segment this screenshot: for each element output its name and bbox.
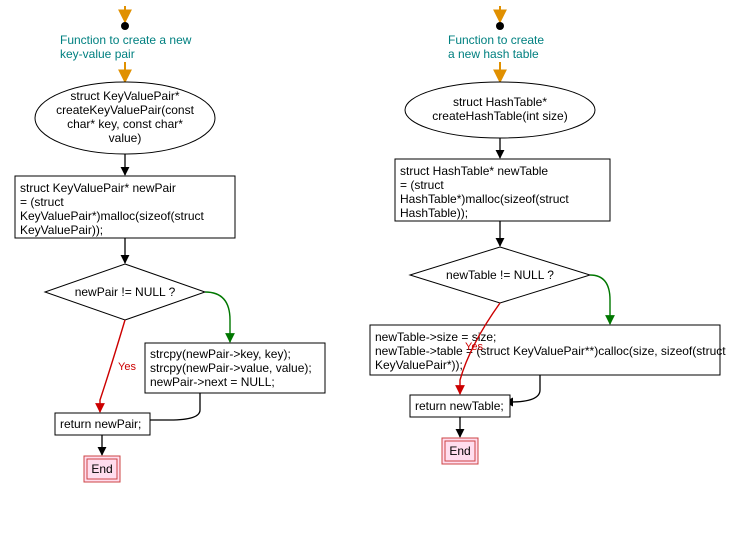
left-func-l2: createKeyValuePair(const (56, 103, 195, 117)
left-no-label: Yes (118, 361, 136, 373)
left-alloc-l1: struct KeyValuePair* newPair (20, 181, 176, 195)
left-alloc-l4: KeyValuePair)); (20, 223, 103, 237)
right-end-node: End (442, 438, 478, 464)
left-func-l3: char* key, const char* (67, 117, 183, 131)
right-return-node: return newTable; (410, 395, 510, 417)
left-comment-line1: Function to create a new (60, 33, 192, 47)
right-func-l1: struct HashTable* (453, 95, 547, 109)
left-alloc-node: struct KeyValuePair* newPair = (struct K… (15, 176, 235, 238)
flowchart-right: Function to create a new hash table stru… (370, 6, 726, 464)
right-alloc-l4: HashTable)); (400, 206, 468, 220)
right-alloc-node: struct HashTable* newTable = (struct Has… (395, 159, 610, 221)
right-edge-yes (590, 275, 610, 324)
left-yes-l2: strcpy(newPair->value, value); (150, 361, 312, 375)
right-ret-text: return newTable; (415, 399, 504, 413)
right-cond-text: newTable != NULL ? (446, 268, 554, 282)
left-func-l4: value) (109, 131, 142, 145)
left-edge-yes-to-ret-h (150, 393, 200, 420)
flowchart-left: Function to create a new key-value pair … (15, 6, 325, 482)
right-func-node: struct HashTable* createHashTable(int si… (405, 82, 595, 138)
left-end-text: End (91, 462, 112, 476)
left-cond-text: newPair != NULL ? (75, 285, 176, 299)
left-yes-l1: strcpy(newPair->key, key); (150, 347, 291, 361)
left-func-l1: struct KeyValuePair* (70, 89, 179, 103)
left-alloc-l3: KeyValuePair*)malloc(sizeof(struct (20, 209, 205, 223)
left-comment: Function to create a new key-value pair (60, 33, 192, 61)
right-yesblock-node: newTable->size = size; newTable->table =… (370, 325, 726, 375)
right-comment-line1: Function to create (448, 33, 544, 47)
left-yesblock-node: strcpy(newPair->key, key); strcpy(newPai… (145, 343, 325, 393)
right-alloc-l3: HashTable*)malloc(sizeof(struct (400, 192, 569, 206)
right-alloc-l1: struct HashTable* newTable (400, 164, 548, 178)
left-start-dot (121, 22, 129, 30)
left-cond-node: newPair != NULL ? (45, 264, 205, 320)
right-cond-node: newTable != NULL ? (410, 247, 590, 303)
right-yes-l2: newTable->table = (struct KeyValuePair**… (375, 344, 726, 358)
flowchart-canvas: Function to create a new key-value pair … (0, 0, 730, 534)
right-comment: Function to create a new hash table (448, 33, 544, 61)
left-return-node: return newPair; (55, 413, 150, 435)
left-func-node: struct KeyValuePair* createKeyValuePair(… (35, 82, 215, 154)
left-alloc-l2: = (struct (20, 195, 64, 209)
right-alloc-l2: = (struct (400, 178, 444, 192)
left-ret-text: return newPair; (60, 417, 141, 431)
right-start-dot (496, 22, 504, 30)
left-comment-line2: key-value pair (60, 47, 135, 61)
right-yes-l3: KeyValuePair*)); (375, 358, 463, 372)
left-end-node: End (84, 456, 120, 482)
right-no-label: Yes (465, 341, 483, 353)
left-edge-yes (205, 292, 230, 342)
right-end-text: End (449, 444, 470, 458)
left-yes-l3: newPair->next = NULL; (150, 375, 275, 389)
right-comment-line2: a new hash table (448, 47, 539, 61)
right-func-l2: createHashTable(int size) (432, 109, 567, 123)
